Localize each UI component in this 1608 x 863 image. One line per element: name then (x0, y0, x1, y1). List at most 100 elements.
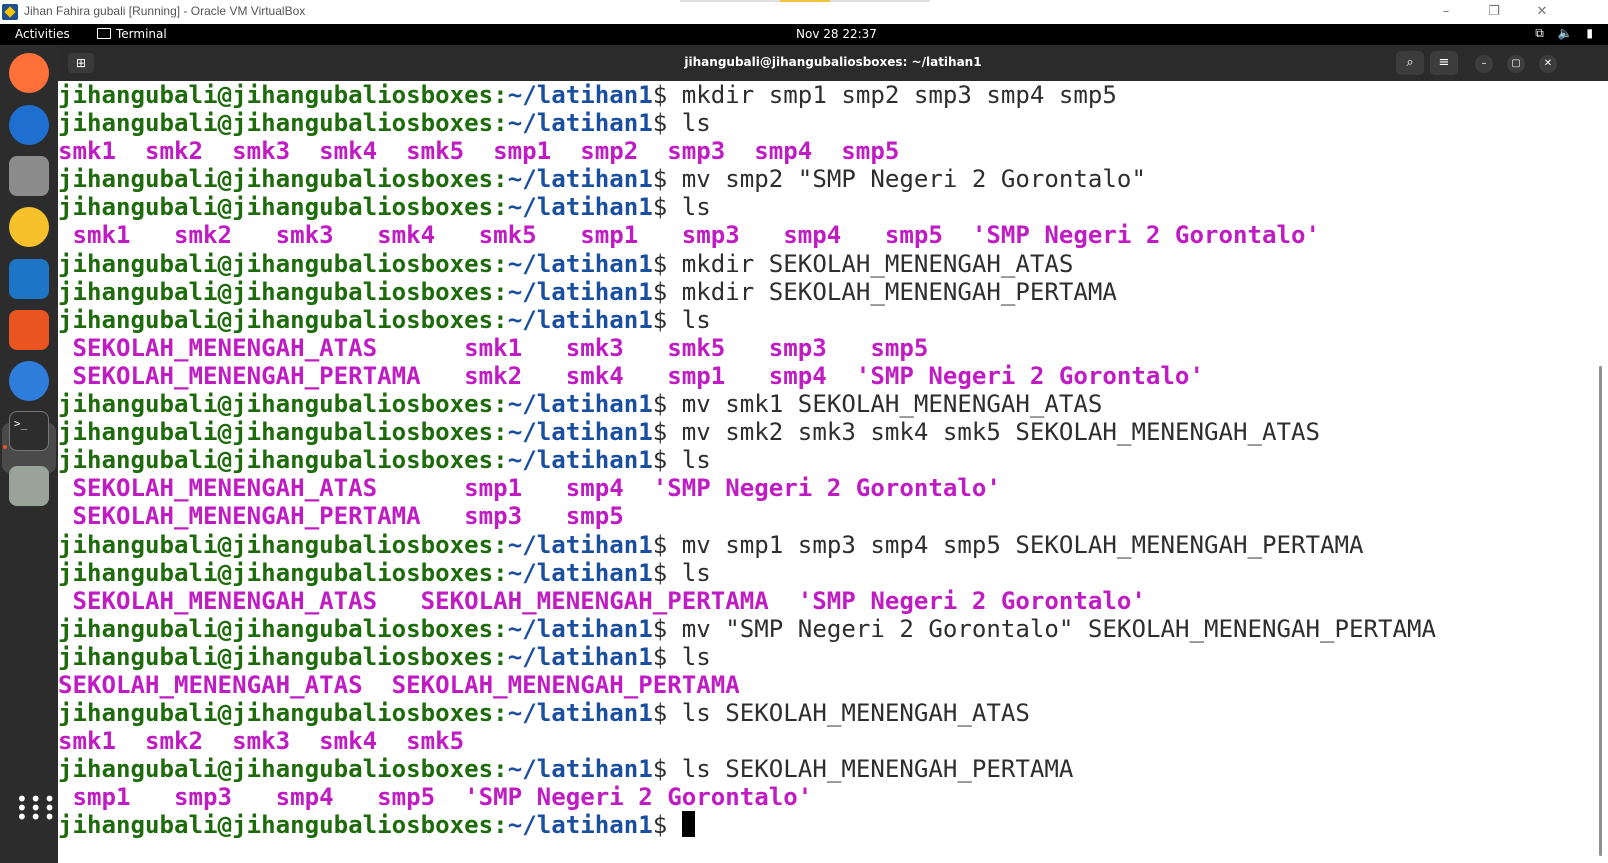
prompt-colon: : (493, 642, 508, 671)
prompt-path: ~/latihan1 (507, 277, 653, 306)
command-text: mv smp1 smp3 smp4 smp5 SEKOLAH_MENENGAH_… (681, 530, 1364, 559)
output-text: SEKOLAH_MENENGAH_ATAS SEKOLAH_MENENGAH_P… (58, 670, 740, 699)
terminal-output[interactable]: jihangubali@jihangubaliosboxes:~/latihan… (58, 81, 1608, 863)
trash-icon[interactable] (9, 466, 49, 506)
prompt-user: jihangubali@jihangubaliosboxes (58, 558, 494, 587)
prompt-line: jihangubali@jihangubaliosboxes:~/latihan… (58, 615, 1436, 643)
thunderbird-icon[interactable] (9, 105, 49, 145)
prompt-colon: : (493, 249, 508, 278)
prompt-path: ~/latihan1 (507, 642, 653, 671)
prompt-line: jihangubali@jihangubaliosboxes:~/latihan… (58, 559, 1436, 587)
prompt-user: jihangubali@jihangubaliosboxes (58, 755, 494, 784)
prompt-colon: : (493, 193, 508, 222)
prompt-colon: : (493, 558, 508, 587)
prompt-line: jihangubali@jihangubaliosboxes:~/latihan… (58, 250, 1436, 278)
command-text: ls SEKOLAH_MENENGAH_PERTAMA (681, 755, 1074, 784)
prompt-user: jihangubali@jihangubaliosboxes (58, 699, 494, 728)
close-button[interactable]: ✕ (1539, 55, 1557, 73)
libreoffice-writer-icon[interactable] (9, 259, 49, 299)
output-line: SEKOLAH_MENENGAH_ATAS SEKOLAH_MENENGAH_P… (58, 587, 1436, 615)
prompt-dollar: $ (652, 530, 682, 559)
prompt-dollar: $ (652, 390, 682, 419)
prompt-colon: : (493, 614, 508, 643)
activities-button[interactable]: Activities (15, 27, 70, 41)
system-tray[interactable]: ⧉ 🔈 ▮ (1535, 26, 1598, 41)
prompt-dollar: $ (652, 614, 682, 643)
command-text: ls (681, 305, 711, 334)
prompt-dollar: $ (652, 755, 682, 784)
rhythmbox-icon[interactable] (9, 207, 49, 247)
command-text: mkdir SEKOLAH_MENENGAH_ATAS (681, 249, 1074, 278)
prompt-user: jihangubali@jihangubaliosboxes (58, 109, 494, 138)
prompt-path: ~/latihan1 (507, 418, 653, 447)
prompt-dollar: $ (652, 81, 682, 109)
firefox-icon[interactable] (9, 53, 49, 93)
prompt-line: jihangubali@jihangubaliosboxes:~/latihan… (58, 278, 1436, 306)
output-line: SEKOLAH_MENENGAH_ATAS smk1 smk3 smk5 smp… (58, 334, 1436, 362)
prompt-user: jihangubali@jihangubaliosboxes (58, 614, 494, 643)
prompt-colon: : (493, 699, 508, 728)
prompt-colon: : (493, 277, 508, 306)
text-cursor (681, 811, 695, 838)
output-text: SEKOLAH_MENENGAH_ATAS smk1 smk3 smk5 smp… (58, 333, 929, 362)
app-menu-button[interactable]: Terminal (97, 27, 167, 41)
maximize-button[interactable]: ▢ (1507, 55, 1525, 73)
prompt-path: ~/latihan1 (507, 614, 653, 643)
host-window-titlebar: Jihan Fahira gubali [Running] - Oracle V… (0, 0, 1608, 25)
host-close-button[interactable]: ✕ (1530, 2, 1554, 22)
prompt-line: jihangubali@jihangubaliosboxes:~/latihan… (58, 446, 1436, 474)
terminal-icon[interactable]: >_ (9, 411, 49, 451)
search-button[interactable]: ⌕ (1396, 51, 1424, 75)
clock[interactable]: Nov 28 22:37 (796, 27, 877, 41)
output-text: smp1 smp3 smp4 smp5 'SMP Negeri 2 Goront… (58, 783, 813, 812)
virtualbox-logo-icon (2, 4, 18, 20)
prompt-path: ~/latihan1 (507, 165, 653, 194)
prompt-line: jihangubali@jihangubaliosboxes:~/latihan… (58, 81, 1436, 109)
output-line: SEKOLAH_MENENGAH_PERTAMA smk2 smk4 smp1 … (58, 362, 1436, 390)
prompt-line: jihangubali@jihangubaliosboxes:~/latihan… (58, 109, 1436, 137)
prompt-dollar: $ (652, 249, 682, 278)
prompt-line: jihangubali@jihangubaliosboxes:~/latihan… (58, 531, 1436, 559)
output-text: smk1 smk2 smk3 smk4 smk5 smp1 smp2 smp3 … (58, 137, 900, 166)
menu-button[interactable]: ≡ (1430, 51, 1458, 75)
command-text: mv smp2 "SMP Negeri 2 Gorontalo" (681, 165, 1146, 194)
prompt-dollar: $ (652, 446, 682, 475)
prompt-user: jihangubali@jihangubaliosboxes (58, 446, 494, 475)
minimize-button[interactable]: – (1475, 55, 1493, 73)
app-center-icon[interactable] (9, 310, 49, 350)
output-text: SEKOLAH_MENENGAH_PERTAMA smp3 smp5 (58, 502, 624, 531)
help-icon[interactable] (9, 361, 49, 401)
prompt-user: jihangubali@jihangubaliosboxes (58, 390, 494, 419)
prompt-path: ~/latihan1 (507, 811, 653, 840)
files-icon[interactable] (9, 156, 49, 196)
prompt-colon: : (493, 305, 508, 334)
prompt-path: ~/latihan1 (507, 446, 653, 475)
host-minimize-button[interactable]: – (1434, 2, 1458, 22)
prompt-colon: : (493, 418, 508, 447)
show-apps-icon[interactable]: ••• ••• ••• (16, 789, 55, 827)
prompt-line: jihangubali@jihangubaliosboxes:~/latihan… (58, 165, 1436, 193)
command-text: ls (681, 558, 711, 587)
prompt-line: jihangubali@jihangubaliosboxes:~/latihan… (58, 193, 1436, 221)
prompt-colon: : (493, 109, 508, 138)
gnome-top-bar: Activities Terminal Nov 28 22:37 ⧉ 🔈 ▮ (0, 24, 1608, 45)
prompt-dollar: $ (652, 642, 682, 671)
prompt-path: ~/latihan1 (507, 81, 653, 109)
prompt-dollar: $ (652, 558, 682, 587)
scrollbar[interactable] (1599, 366, 1602, 856)
prompt-dollar: $ (652, 193, 682, 222)
terminal-small-icon (97, 28, 111, 39)
prompt-user: jihangubali@jihangubaliosboxes (58, 81, 494, 109)
prompt-user: jihangubali@jihangubaliosboxes (58, 642, 494, 671)
prompt-line: jihangubali@jihangubaliosboxes:~/latihan… (58, 811, 1436, 839)
output-line: smk1 smk2 smk3 smk4 smk5 (58, 727, 1436, 755)
command-text: ls (681, 446, 711, 475)
running-indicator (3, 445, 7, 449)
host-restore-button[interactable]: ❐ (1482, 2, 1506, 22)
prompt-dollar: $ (652, 305, 682, 334)
output-line: smp1 smp3 smp4 smp5 'SMP Negeri 2 Goront… (58, 783, 1436, 811)
prompt-dollar: $ (652, 165, 682, 194)
prompt-line: jihangubali@jihangubaliosboxes:~/latihan… (58, 699, 1436, 727)
command-text: mkdir SEKOLAH_MENENGAH_PERTAMA (681, 277, 1117, 306)
command-text: ls SEKOLAH_MENENGAH_ATAS (681, 699, 1030, 728)
